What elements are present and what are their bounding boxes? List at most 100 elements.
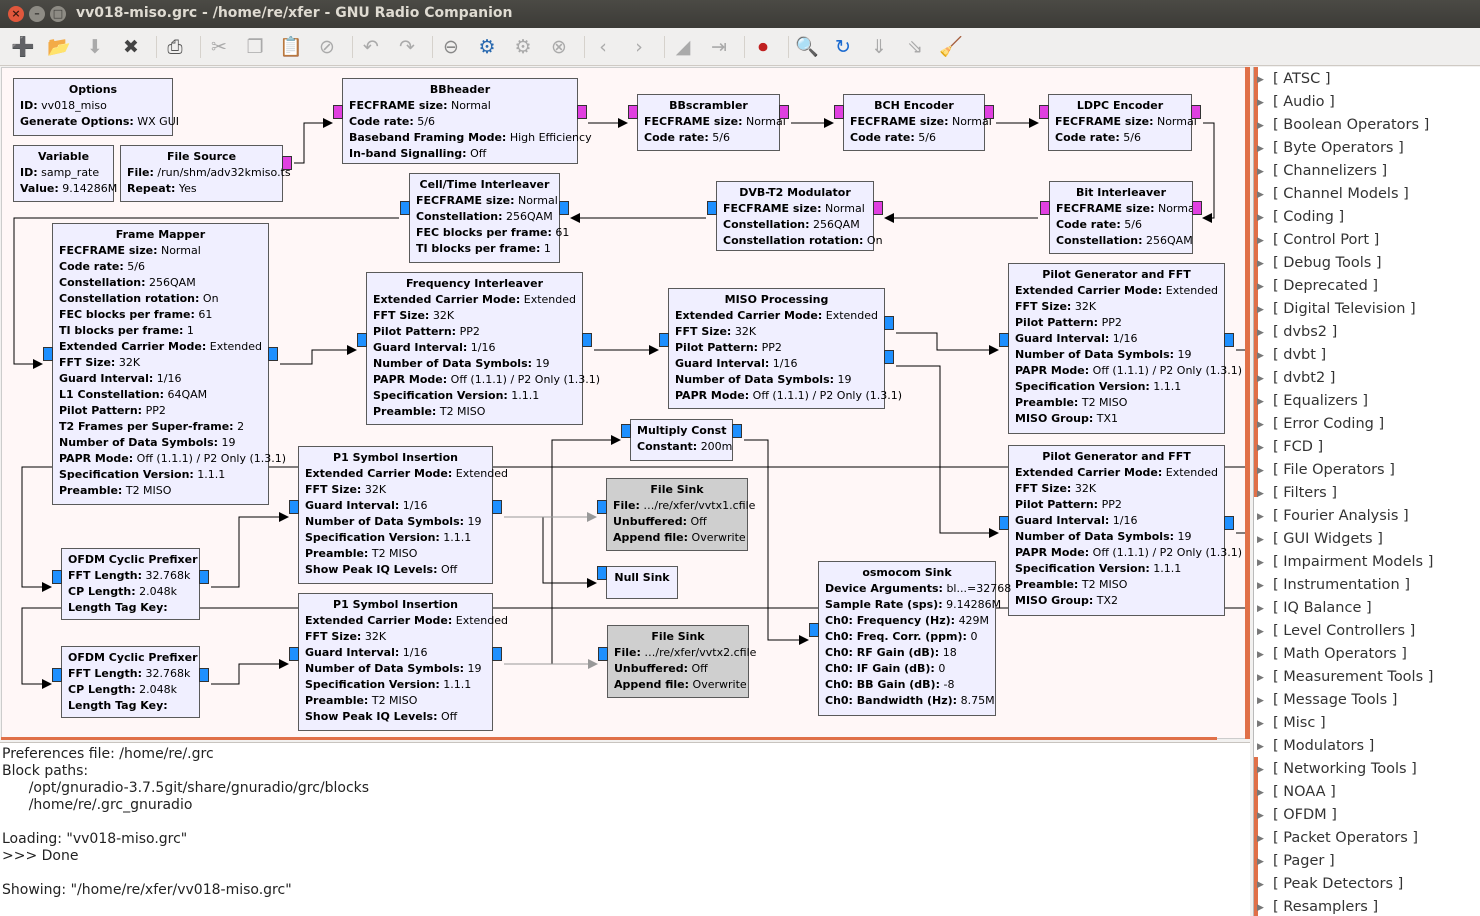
- input-port[interactable]: [1040, 201, 1050, 215]
- input-port[interactable]: [1039, 105, 1049, 119]
- delete-icon[interactable]: ⊘: [314, 34, 340, 60]
- input-port[interactable]: [597, 500, 607, 514]
- category-digital-television[interactable]: ▶[ Digital Television ]: [1257, 300, 1433, 323]
- block-cell-time-interleaver[interactable]: Cell/Time Interleaver FECFRAME size: Norm…: [409, 173, 569, 263]
- category-atsc[interactable]: ▶[ ATSC ]: [1257, 70, 1433, 93]
- output-port[interactable]: [873, 201, 883, 215]
- canvas-horizontal-scrollbar[interactable]: [1, 737, 1217, 740]
- block-pilot-generator-and-fft[interactable]: Pilot Generator and FFT Extended Carrier …: [1008, 263, 1242, 434]
- connection-wire[interactable]: [896, 332, 999, 355]
- expander-icon[interactable]: ▶: [1257, 117, 1273, 135]
- input-port[interactable]: [809, 623, 819, 637]
- find-block-icon[interactable]: 🔍: [794, 34, 820, 60]
- expander-icon[interactable]: ▶: [1257, 416, 1273, 434]
- output-port[interactable]: [199, 570, 209, 584]
- category-modulators[interactable]: ▶[ Modulators ]: [1257, 737, 1433, 760]
- input-port[interactable]: [333, 105, 343, 119]
- block-ofdm-cyclic-prefixer[interactable]: OFDM Cyclic Prefixer FFT Length: 32.768k C…: [61, 646, 200, 718]
- expander-icon[interactable]: ▶: [1257, 71, 1273, 89]
- category-dvbs2[interactable]: ▶[ dvbs2 ]: [1257, 323, 1433, 346]
- input-port[interactable]: [999, 516, 1009, 530]
- expander-icon[interactable]: ▶: [1257, 370, 1273, 388]
- category-deprecated[interactable]: ▶[ Deprecated ]: [1257, 277, 1433, 300]
- expander-icon[interactable]: ▶: [1257, 232, 1273, 250]
- expander-icon[interactable]: ▶: [1257, 508, 1273, 526]
- category-channelizers[interactable]: ▶[ Channelizers ]: [1257, 162, 1433, 185]
- new-icon[interactable]: ➕: [10, 34, 36, 60]
- block-pilot-generator-and-fft[interactable]: Pilot Generator and FFT Extended Carrier …: [1008, 445, 1242, 616]
- category-audio[interactable]: ▶[ Audio ]: [1257, 93, 1433, 116]
- input-port[interactable]: [707, 201, 717, 215]
- block-p1-symbol-insertion[interactable]: P1 Symbol Insertion Extended Carrier Mode…: [298, 446, 508, 584]
- category-dvbt2[interactable]: ▶[ dvbt2 ]: [1257, 369, 1433, 392]
- expander-icon[interactable]: ▶: [1257, 324, 1273, 342]
- category-resamplers[interactable]: ▶[ Resamplers ]: [1257, 898, 1433, 916]
- execute-icon[interactable]: ⚙: [510, 34, 536, 60]
- category-fcd[interactable]: ▶[ FCD ]: [1257, 438, 1433, 461]
- category-iq-balance[interactable]: ▶[ IQ Balance ]: [1257, 599, 1433, 622]
- expander-icon[interactable]: ▶: [1257, 186, 1273, 204]
- block-frame-mapper[interactable]: Frame Mapper FECFRAME size: Normal Code ra…: [52, 223, 286, 505]
- expander-icon[interactable]: ▶: [1257, 623, 1273, 641]
- block-ofdm-cyclic-prefixer[interactable]: OFDM Cyclic Prefixer FFT Length: 32.768k C…: [61, 548, 200, 620]
- block-dvb-t2-modulator[interactable]: DVB-T2 Modulator FECFRAME size: Normal Con…: [716, 181, 883, 251]
- flowgraph-canvas[interactable]: Options ID: vv018_miso Generate Options: W…: [1, 67, 1250, 739]
- expander-icon[interactable]: ▶: [1257, 531, 1273, 549]
- input-port[interactable]: [52, 668, 62, 682]
- output-port[interactable]: [559, 201, 569, 215]
- category-equalizers[interactable]: ▶[ Equalizers ]: [1257, 392, 1433, 415]
- input-port[interactable]: [357, 333, 367, 347]
- expander-icon[interactable]: ▶: [1257, 669, 1273, 687]
- connection-wire[interactable]: [1202, 122, 1215, 223]
- category-coding[interactable]: ▶[ Coding ]: [1257, 208, 1433, 231]
- expander-icon[interactable]: ▶: [1257, 163, 1273, 181]
- category-noaa[interactable]: ▶[ NOAA ]: [1257, 783, 1433, 806]
- output-port[interactable]: [984, 105, 994, 119]
- output-port[interactable]: [199, 668, 209, 682]
- expander-icon[interactable]: ▶: [1257, 554, 1273, 572]
- open-icon[interactable]: 📂: [46, 34, 72, 60]
- expander-icon[interactable]: ▶: [1257, 646, 1273, 664]
- input-port[interactable]: [52, 570, 62, 584]
- output-port[interactable]: [732, 424, 742, 438]
- close-flowgraph-icon[interactable]: ✖: [118, 34, 144, 60]
- canvas-vertical-scrollbar[interactable]: [1245, 67, 1250, 739]
- category-math-operators[interactable]: ▶[ Math Operators ]: [1257, 645, 1433, 668]
- expander-icon[interactable]: ▶: [1257, 301, 1273, 319]
- connection-wire[interactable]: [211, 659, 289, 685]
- input-port[interactable]: [628, 105, 638, 119]
- input-port[interactable]: [999, 333, 1009, 347]
- output-port[interactable]: [268, 347, 278, 361]
- print-icon[interactable]: ⎙: [162, 34, 188, 60]
- maximize-window-icon[interactable]: □: [50, 6, 66, 22]
- connection-wire[interactable]: [744, 439, 809, 645]
- category-channel-models[interactable]: ▶[ Channel Models ]: [1257, 185, 1433, 208]
- category-boolean-operators[interactable]: ▶[ Boolean Operators ]: [1257, 116, 1433, 139]
- input-port[interactable]: [598, 647, 608, 661]
- input-port[interactable]: [659, 333, 669, 347]
- kill-icon[interactable]: ⊗: [546, 34, 572, 60]
- block-bit-interleaver[interactable]: Bit Interleaver FECFRAME size: Normal Code…: [1049, 181, 1198, 254]
- screenshot-icon[interactable]: ⏺: [750, 34, 776, 60]
- block-bbscrambler[interactable]: BBscrambler FECFRAME size: Normal Code rat…: [637, 94, 786, 151]
- output-port[interactable]: [1224, 333, 1234, 347]
- category-filters[interactable]: ▶[ Filters ]: [1257, 484, 1433, 507]
- block-bch-encoder[interactable]: BCH Encoder FECFRAME size: Normal Code rat…: [843, 94, 992, 151]
- expander-icon[interactable]: ▶: [1257, 899, 1273, 916]
- close-window-icon[interactable]: ×: [8, 6, 24, 22]
- move-up-icon[interactable]: ⇘: [902, 34, 928, 60]
- category-dvbt[interactable]: ▶[ dvbt ]: [1257, 346, 1433, 369]
- save-icon[interactable]: ⬇: [82, 34, 108, 60]
- block-options[interactable]: Options ID: vv018_miso Generate Options: W…: [13, 78, 179, 136]
- connection-wire[interactable]: [504, 435, 621, 665]
- category-file-operators[interactable]: ▶[ File Operators ]: [1257, 461, 1433, 484]
- category-measurement-tools[interactable]: ▶[ Measurement Tools ]: [1257, 668, 1433, 691]
- expander-icon[interactable]: ▶: [1257, 807, 1273, 825]
- block-bbheader[interactable]: BBheader FECFRAME size: Normal Code rate: …: [342, 78, 592, 164]
- category-ofdm[interactable]: ▶[ OFDM ]: [1257, 806, 1433, 829]
- output-port[interactable]: [1192, 201, 1202, 215]
- connection-wire[interactable]: [504, 516, 597, 588]
- reload-icon[interactable]: ↻: [830, 34, 856, 60]
- expander-icon[interactable]: ▶: [1257, 784, 1273, 802]
- expander-icon[interactable]: ▶: [1257, 255, 1273, 273]
